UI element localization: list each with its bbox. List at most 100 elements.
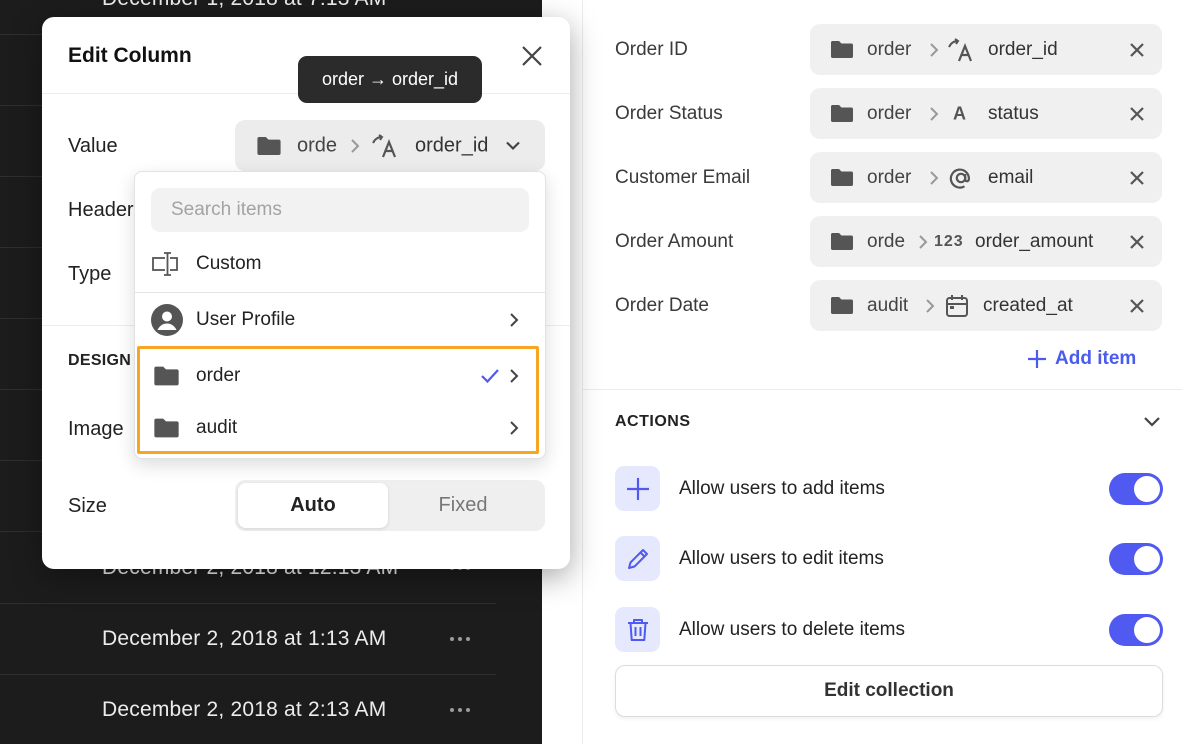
section-divider	[583, 389, 1182, 390]
text-icon: A	[953, 103, 966, 123]
dropdown-item-user-profile[interactable]: User Profile	[135, 294, 545, 346]
dropdown-item-order[interactable]: order	[135, 350, 545, 402]
folder-icon	[154, 366, 179, 386]
chevron-right-icon	[351, 138, 360, 153]
field-path: order	[867, 38, 912, 60]
field-row-order-id: Order ID order order_id	[615, 24, 1163, 75]
allow-add-toggle[interactable]	[1109, 473, 1163, 505]
allow-edit-toggle[interactable]	[1109, 543, 1163, 575]
dropdown-item-label: User Profile	[196, 309, 296, 330]
dropdown-item-label: Custom	[196, 253, 262, 274]
chevron-right-icon	[510, 421, 519, 435]
chevron-right-icon	[510, 369, 519, 383]
value-select[interactable]: orde order_id	[235, 120, 545, 171]
value-dropdown-menu: Custom User Profile order audit	[134, 171, 546, 459]
chevron-right-icon	[919, 234, 928, 249]
size-fixed-option[interactable]: Fixed	[388, 483, 538, 528]
at-icon	[949, 168, 970, 189]
field-value-pill[interactable]: order A status	[810, 88, 1162, 139]
actions-section-title: ACTIONS	[615, 413, 691, 430]
user-profile-icon	[151, 304, 183, 336]
field-name: created_at	[983, 294, 1073, 316]
image-label: Image	[68, 418, 124, 440]
chevron-right-icon	[930, 106, 939, 121]
row-date: December 2, 2018 at 1:13 AM	[102, 627, 387, 650]
field-name: order_id	[988, 38, 1058, 60]
field-value-pill[interactable]: order email	[810, 152, 1162, 203]
action-label: Allow users to edit items	[679, 548, 884, 569]
pencil-icon	[615, 536, 660, 581]
value-label: Value	[68, 135, 118, 157]
number-icon: 123	[934, 232, 964, 250]
field-name: status	[988, 102, 1039, 124]
dropdown-divider	[135, 292, 545, 293]
properties-panel: Order ID order order_id Order Status ord…	[542, 0, 1182, 744]
dropdown-item-audit[interactable]: audit	[135, 402, 545, 454]
chevron-right-icon	[930, 42, 939, 57]
chevron-down-icon[interactable]	[1143, 416, 1161, 428]
close-icon[interactable]	[520, 44, 544, 68]
modal-title: Edit Column	[68, 44, 192, 67]
folder-icon	[154, 418, 179, 438]
row-date: December 1, 2018 at 7:13 AM	[102, 0, 386, 11]
field-value-pill[interactable]: orde 123 order_amount	[810, 216, 1162, 267]
more-icon[interactable]	[450, 708, 470, 712]
field-row-order-status: Order Status order A status	[615, 88, 1163, 139]
action-row-add: Allow users to add items	[615, 466, 1163, 512]
remove-field-icon[interactable]	[1128, 297, 1146, 315]
chevron-down-icon	[506, 141, 520, 150]
field-value-pill[interactable]: audit created_at	[810, 280, 1162, 331]
allow-delete-toggle[interactable]	[1109, 614, 1163, 646]
chevron-right-icon	[926, 298, 935, 313]
field-name: email	[988, 166, 1034, 188]
table-row[interactable]: December 2, 2018 at 2:13 AM	[0, 675, 496, 744]
chevron-right-icon	[930, 170, 939, 185]
field-path: orde	[867, 230, 906, 252]
field-value-pill[interactable]: order order_id	[810, 24, 1162, 75]
size-label: Size	[68, 495, 107, 517]
custom-text-icon	[152, 252, 178, 276]
dropdown-item-label: order	[196, 365, 241, 386]
header-label: Header	[68, 199, 134, 221]
folder-icon	[831, 105, 853, 122]
field-label: Customer Email	[615, 166, 751, 188]
plus-icon	[1028, 350, 1046, 368]
field-name: order_amount	[975, 230, 1094, 252]
dropdown-item-custom[interactable]: Custom	[135, 238, 545, 290]
calendar-icon	[946, 294, 968, 317]
remove-field-icon[interactable]	[1128, 41, 1146, 59]
add-item-label: Add item	[1055, 348, 1137, 369]
folder-icon	[831, 41, 853, 58]
action-label: Allow users to add items	[679, 478, 885, 499]
action-row-edit: Allow users to edit items	[615, 536, 1163, 582]
remove-field-icon[interactable]	[1128, 233, 1146, 251]
field-label: Order Date	[615, 294, 709, 316]
remove-field-icon[interactable]	[1128, 105, 1146, 123]
add-item-button[interactable]: Add item	[1027, 346, 1136, 372]
search-input[interactable]	[151, 188, 529, 232]
field-label: Order ID	[615, 38, 688, 60]
checkmark-icon	[481, 369, 499, 384]
trash-icon	[615, 607, 660, 652]
properties-panel-inner: Order ID order order_id Order Status ord…	[582, 0, 1182, 744]
action-label: Allow users to delete items	[679, 619, 905, 640]
field-row-customer-email: Customer Email order email	[615, 152, 1163, 203]
design-section-title: DESIGN	[68, 352, 132, 369]
field-row-order-amount: Order Amount orde 123 order_amount	[615, 216, 1163, 267]
table-row[interactable]: December 2, 2018 at 1:13 AM	[0, 604, 496, 675]
more-icon[interactable]	[450, 637, 470, 641]
field-path: audit	[867, 294, 909, 316]
folder-icon	[831, 169, 853, 186]
field-label: Order Amount	[615, 230, 734, 252]
size-auto-option[interactable]: Auto	[238, 483, 388, 528]
field-path: order	[867, 102, 912, 124]
value-field: order_id	[415, 134, 489, 156]
plus-icon	[615, 466, 660, 511]
field-path: order	[867, 166, 912, 188]
remove-field-icon[interactable]	[1128, 169, 1146, 187]
action-row-delete: Allow users to delete items	[615, 607, 1163, 653]
type-label: Type	[68, 263, 112, 285]
dropdown-item-label: audit	[196, 417, 238, 438]
edit-collection-button[interactable]: Edit collection	[615, 665, 1163, 717]
folder-icon	[831, 233, 853, 250]
